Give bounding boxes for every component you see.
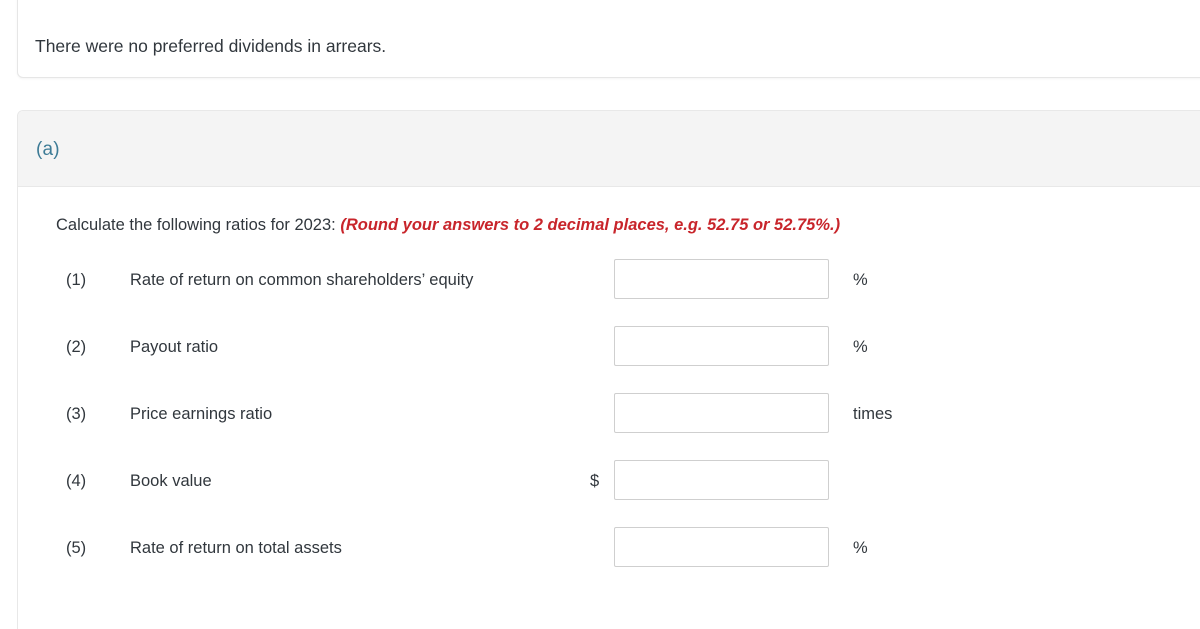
ratio-row-label: Payout ratio xyxy=(130,338,219,356)
ratio-row-unit: % xyxy=(853,271,868,289)
part-a-body: Calculate the following ratios for 2023:… xyxy=(18,187,1200,629)
ratio-row: (2) Payout ratio% xyxy=(18,326,1200,397)
ratio-row: (4) Book value $ xyxy=(18,460,1200,531)
part-a-header: (a) xyxy=(18,111,1200,187)
ratio-row-number: (5) xyxy=(66,539,87,557)
info-card-text: There were no preferred dividends in arr… xyxy=(35,36,387,56)
part-label: (a) xyxy=(36,139,60,160)
ratio-row: (5) Rate of return on total assets% xyxy=(18,527,1200,598)
answer-input[interactable] xyxy=(614,326,829,366)
ratio-rows: (1) Rate of return on common shareholders… xyxy=(18,259,1200,598)
ratio-row: (1) Rate of return on common shareholders… xyxy=(18,259,1200,330)
ratio-row-label: Book value xyxy=(130,472,212,490)
answer-input[interactable] xyxy=(614,259,829,299)
instruction-emphasis: (Round your answers to 2 decimal places,… xyxy=(340,216,841,234)
ratio-row-number: (1) xyxy=(66,271,87,289)
currency-symbol: $ xyxy=(590,472,600,490)
part-a-section: (a) Calculate the following ratios for 2… xyxy=(17,110,1200,629)
ratio-row-label: Price earnings ratio xyxy=(130,405,273,423)
instruction-prefix: Calculate the following ratios for 2023: xyxy=(56,216,341,234)
answer-input[interactable] xyxy=(614,393,829,433)
info-card: There were no preferred dividends in arr… xyxy=(17,0,1200,78)
ratio-row-label: Rate of return on total assets xyxy=(130,539,342,557)
ratio-row-unit: % xyxy=(853,338,868,356)
question-page: There were no preferred dividends in arr… xyxy=(0,0,1200,629)
ratio-row-unit: % xyxy=(853,539,868,557)
answer-input[interactable] xyxy=(614,527,829,567)
ratio-row-number: (4) xyxy=(66,472,87,490)
ratio-row-number: (2) xyxy=(66,338,87,356)
ratio-row-number: (3) xyxy=(66,405,87,423)
ratio-row-unit: times xyxy=(853,405,893,423)
ratio-row: (3) Price earnings ratio times xyxy=(18,393,1200,464)
answer-input[interactable] xyxy=(614,460,829,500)
instruction-text: Calculate the following ratios for 2023:… xyxy=(56,213,840,237)
ratio-row-label: Rate of return on common shareholders’ e… xyxy=(130,271,474,289)
